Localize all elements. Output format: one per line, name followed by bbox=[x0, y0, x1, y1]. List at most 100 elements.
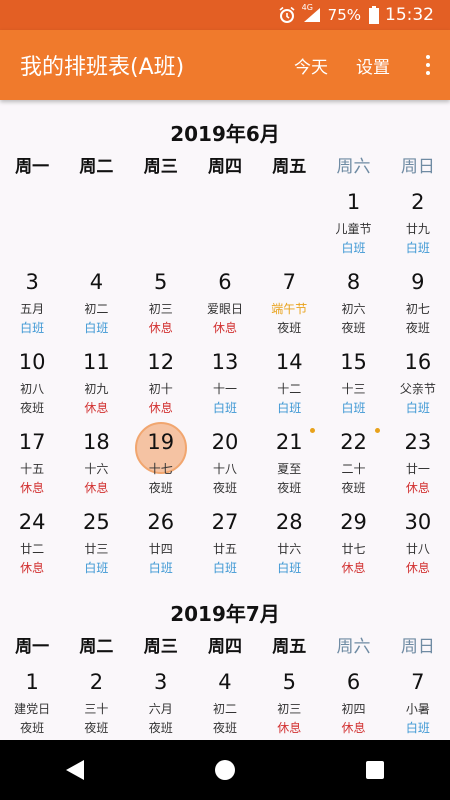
shift-label: 白班 bbox=[212, 401, 237, 415]
lunar-date: 廿七 bbox=[341, 542, 366, 556]
day-cell[interactable]: 12 初十 休息 bbox=[129, 338, 193, 418]
calendar-scroll-area[interactable]: 2019年6月 周一 周二 周三 周四 周五 周六 周日 1 儿童节 白班 2 廿九 白班… bbox=[0, 100, 450, 740]
day-number: 3 bbox=[154, 670, 168, 694]
day-cell[interactable]: 4 初二 夜班 bbox=[193, 658, 257, 738]
day-number: 8 bbox=[346, 270, 361, 294]
empty-day-cell bbox=[0, 178, 64, 258]
recents-square-icon bbox=[366, 761, 384, 779]
lunar-date: 爱眼日 bbox=[206, 302, 243, 316]
lunar-date: 建党日 bbox=[14, 702, 51, 716]
day-cell[interactable]: 3 六月 夜班 bbox=[129, 658, 193, 738]
day-cell[interactable]: 3 五月 白班 bbox=[0, 258, 64, 338]
day-cell[interactable]: 21 夏至 夜班 bbox=[257, 418, 321, 498]
day-cell[interactable]: 22 二十 夜班 bbox=[321, 418, 385, 498]
shift-label: 夜班 bbox=[277, 321, 302, 335]
day-cell[interactable]: 9 初七 夜班 bbox=[386, 258, 450, 338]
status-bar: 4G 75% 15:32 bbox=[0, 0, 450, 30]
day-number: 30 bbox=[404, 510, 432, 534]
weekday-tue: 周二 bbox=[79, 637, 114, 657]
more-options-icon[interactable] bbox=[418, 55, 438, 75]
settings-button[interactable]: 设置 bbox=[356, 53, 390, 78]
lunar-date: 廿三 bbox=[84, 542, 109, 556]
weekday-sun: 周日 bbox=[400, 157, 435, 177]
day-cell[interactable]: 8 初六 夜班 bbox=[321, 258, 385, 338]
weekday-fri: 周五 bbox=[272, 637, 307, 657]
signal-icon: 4G bbox=[302, 3, 322, 23]
day-number: 6 bbox=[218, 270, 232, 294]
day-number: 5 bbox=[154, 270, 168, 294]
day-cell[interactable]: 7 小暑 白班 bbox=[386, 658, 450, 738]
day-cell[interactable]: 2 三十 夜班 bbox=[64, 658, 128, 738]
day-cell[interactable]: 27 廿五 白班 bbox=[193, 498, 257, 578]
day-cell[interactable]: 25 廿三 白班 bbox=[64, 498, 128, 578]
shift-label: 夜班 bbox=[212, 481, 237, 495]
day-cell[interactable]: 10 初八 夜班 bbox=[0, 338, 64, 418]
day-number: 28 bbox=[275, 510, 303, 534]
weekday-sat: 周六 bbox=[336, 637, 371, 657]
recents-button[interactable] bbox=[345, 750, 405, 790]
day-number: 15 bbox=[340, 350, 367, 374]
day-cell[interactable]: 24 廿二休息 bbox=[0, 498, 64, 578]
day-number: 1 bbox=[25, 670, 39, 694]
lunar-date: 廿六 bbox=[277, 542, 302, 556]
day-cell[interactable]: 18 十六 休息 bbox=[64, 418, 128, 498]
shift-label: 白班 bbox=[148, 561, 173, 575]
lunar-date: 十二 bbox=[277, 382, 302, 396]
day-cell[interactable]: 5 初三 休息 bbox=[129, 258, 193, 338]
today-button[interactable]: 今天 bbox=[294, 53, 328, 78]
day-cell[interactable]: 19 十七 夜班 bbox=[129, 418, 193, 498]
lunar-date: 十五 bbox=[20, 462, 45, 476]
day-number: 3 bbox=[25, 270, 39, 294]
lunar-date: 初二 bbox=[212, 702, 237, 716]
day-cell[interactable]: 4 初二 白班 bbox=[64, 258, 128, 338]
shift-label: 夜班 bbox=[84, 721, 109, 735]
battery-percent: 75% bbox=[327, 6, 361, 24]
shift-label: 休息 bbox=[20, 561, 45, 575]
weekday-tue: 周二 bbox=[79, 157, 114, 177]
day-cell[interactable]: 6 爱眼日 休息 bbox=[193, 258, 257, 338]
month-grid-july: 1 建党日 夜班 2 三十 夜班 3 六月 夜班 4 初二 夜班 5 初三 休息 6 初四 休息 7 小暑 白班 bbox=[0, 658, 450, 738]
day-cell[interactable]: 1 建党日夜班 bbox=[0, 658, 64, 738]
month-title-july: 2019年7月 bbox=[170, 602, 280, 626]
day-cell[interactable]: 17 十五 休息 bbox=[0, 418, 64, 498]
day-cell[interactable]: 15 十三 白班 bbox=[321, 338, 385, 418]
shift-label: 白班 bbox=[405, 241, 430, 255]
day-cell[interactable]: 29 廿七 休息 bbox=[321, 498, 385, 578]
shift-label: 白班 bbox=[212, 561, 237, 575]
day-cell[interactable]: 28 廿六 白班 bbox=[257, 498, 321, 578]
day-number: 23 bbox=[404, 430, 432, 454]
day-cell[interactable]: 7 端午节 夜班 bbox=[257, 258, 321, 338]
back-button[interactable] bbox=[45, 750, 105, 790]
lunar-date: 初八 bbox=[20, 382, 45, 396]
lunar-date: 十六 bbox=[84, 462, 109, 476]
day-number: 14 bbox=[275, 350, 303, 374]
day-cell[interactable]: 14 十二 白班 bbox=[257, 338, 321, 418]
day-number: 5 bbox=[282, 670, 296, 694]
day-cell[interactable]: 30 廿八 休息 bbox=[386, 498, 450, 578]
empty-day-cell bbox=[257, 178, 321, 258]
weekday-header-june: 周一 周二 周三 周四 周五 周六 周日 bbox=[0, 152, 450, 178]
day-cell[interactable]: 20 十八 夜班 bbox=[193, 418, 257, 498]
day-cell[interactable]: 2 廿九 白班 bbox=[386, 178, 450, 258]
shift-label: 休息 bbox=[405, 561, 430, 575]
day-cell[interactable]: 26 廿四 白班 bbox=[129, 498, 193, 578]
lunar-date: 廿二 bbox=[20, 542, 45, 556]
day-cell[interactable]: 6 初四 休息 bbox=[321, 658, 385, 738]
day-cell[interactable]: 16 父亲节 白班 bbox=[386, 338, 450, 418]
day-cell[interactable]: 5 初三 休息 bbox=[257, 658, 321, 738]
day-number: 4 bbox=[89, 270, 104, 294]
day-number: 18 bbox=[83, 430, 110, 454]
lunar-date: 初六 bbox=[341, 302, 366, 316]
day-number: 24 bbox=[18, 510, 46, 534]
shift-label: 夜班 bbox=[20, 721, 45, 735]
day-number: 11 bbox=[83, 350, 110, 374]
home-circle-icon bbox=[215, 760, 235, 780]
clock: 15:32 bbox=[385, 5, 434, 25]
day-cell[interactable]: 13 十一 白班 bbox=[193, 338, 257, 418]
shift-label: 白班 bbox=[405, 401, 430, 415]
home-button[interactable] bbox=[195, 750, 255, 790]
day-cell[interactable]: 1 儿童节 白班 bbox=[321, 178, 385, 258]
day-cell[interactable]: 11 初九 休息 bbox=[64, 338, 128, 418]
shift-label: 休息 bbox=[405, 481, 430, 495]
day-cell[interactable]: 23 廿一 休息 bbox=[386, 418, 450, 498]
